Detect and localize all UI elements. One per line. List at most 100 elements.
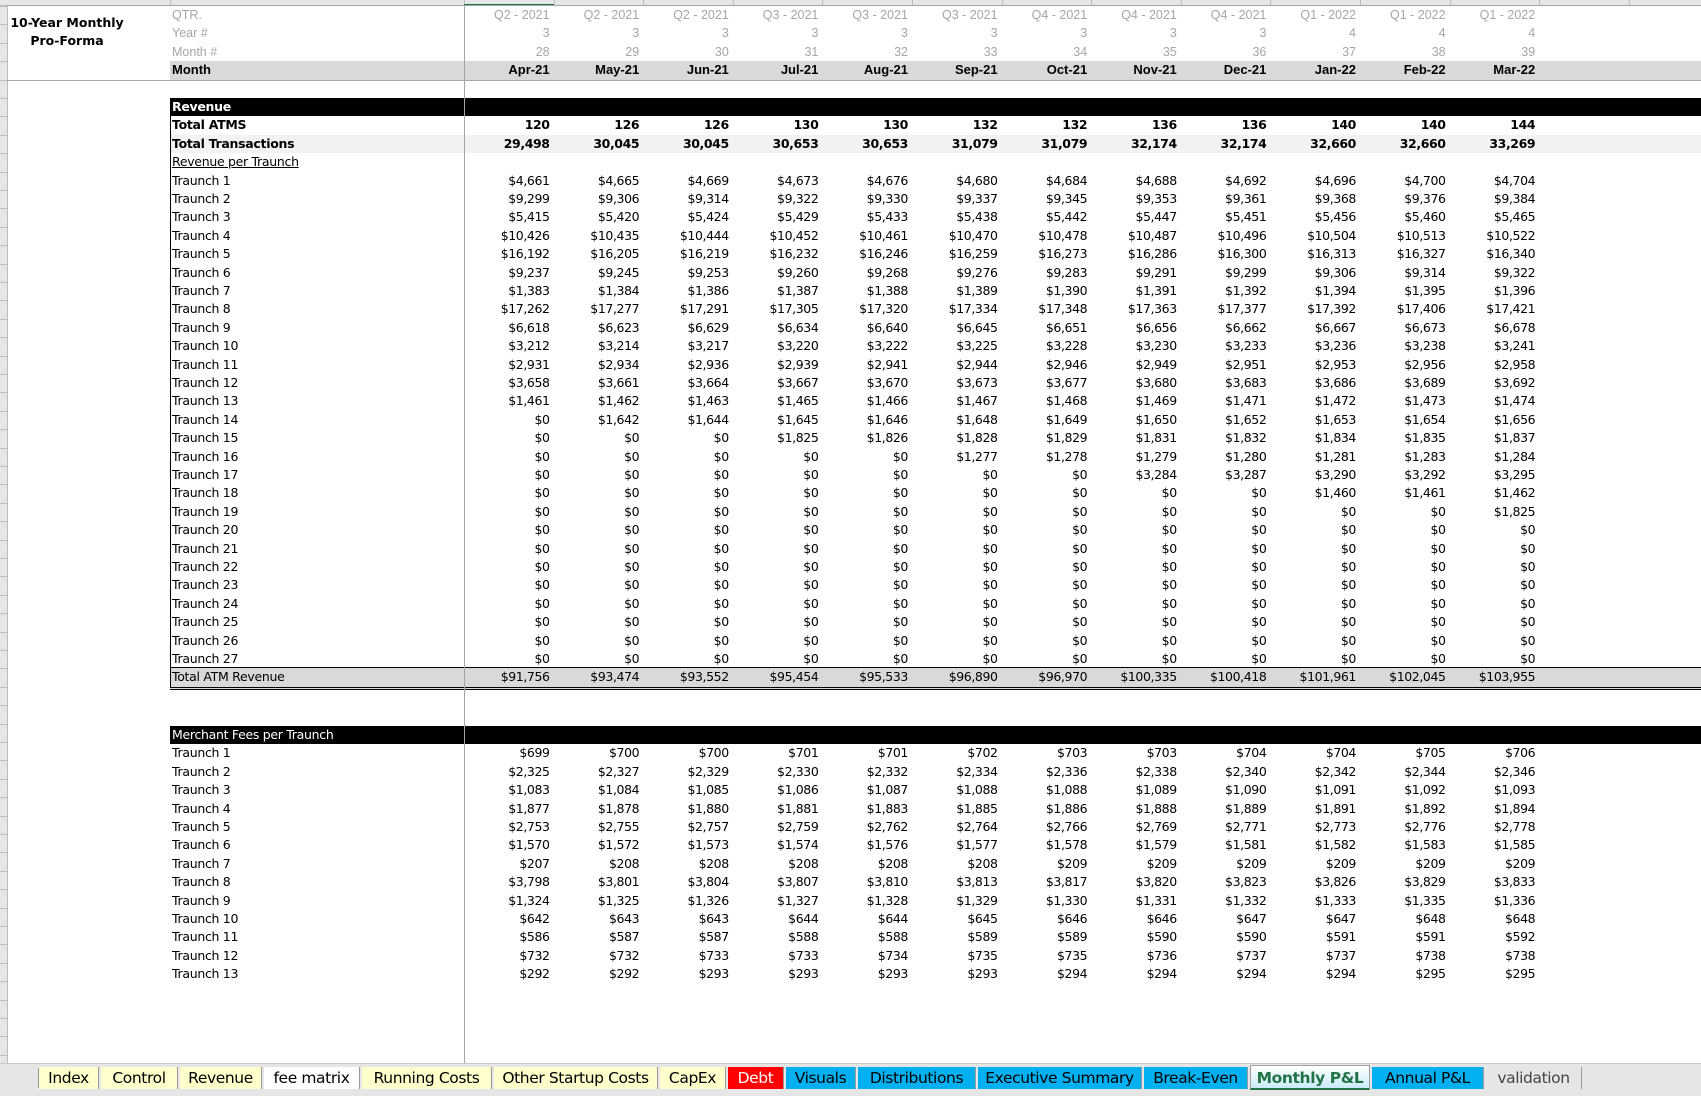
sheet-tab-visuals[interactable]: Visuals — [786, 1067, 856, 1089]
revenue-traunch-row-cell[interactable]: $1,396 — [1450, 282, 1540, 300]
revenue-traunch-row-cell[interactable]: $6,667 — [1270, 319, 1360, 337]
qtr-row-cell[interactable]: Q2 - 2021 — [554, 6, 644, 24]
revenue-traunch-row-cell[interactable]: $3,236 — [1270, 337, 1360, 355]
revenue-traunch-row-cell[interactable]: $0 — [822, 632, 912, 650]
merchant-fee-traunch-row-cell[interactable]: $1,087 — [822, 781, 912, 799]
revenue-traunch-row-cell[interactable]: $0 — [554, 558, 644, 576]
revenue-traunch-row-cell[interactable]: $6,651 — [1002, 319, 1092, 337]
revenue-traunch-row-cell[interactable]: $0 — [1360, 632, 1450, 650]
revenue-traunch-row-cell[interactable]: $1,825 — [733, 429, 823, 447]
revenue-traunch-row-cell[interactable]: $0 — [1270, 650, 1360, 668]
revenue-traunch-row-cell[interactable]: $0 — [733, 466, 823, 484]
revenue-traunch-row-cell[interactable]: $1,390 — [1002, 282, 1092, 300]
revenue-traunch-row-cell[interactable]: $1,394 — [1270, 282, 1360, 300]
revenue-traunch-row-cell[interactable]: $10,435 — [554, 227, 644, 245]
revenue-traunch-row-cell[interactable]: $0 — [554, 632, 644, 650]
revenue-traunch-row-cell[interactable]: $1,649 — [1002, 411, 1092, 429]
total-transactions-row-cell[interactable]: 31,079 — [1002, 135, 1092, 153]
merchant-fee-traunch-row-cell[interactable]: $701 — [822, 744, 912, 762]
merchant-fee-traunch-row-cell[interactable]: $2,757 — [643, 818, 733, 836]
merchant-fee-traunch-row-cell[interactable]: $1,332 — [1181, 892, 1271, 910]
month-number-row-label[interactable]: Month # — [172, 43, 217, 61]
revenue-traunch-row-cell[interactable]: $2,956 — [1360, 356, 1450, 374]
revenue-traunch-row-cell[interactable]: $1,832 — [1181, 429, 1271, 447]
month-number-row-cell[interactable]: 38 — [1360, 43, 1450, 61]
merchant-fee-traunch-row-cell[interactable]: $2,769 — [1091, 818, 1181, 836]
revenue-traunch-row-cell[interactable]: $1,392 — [1181, 282, 1271, 300]
merchant-fee-traunch-row-cell[interactable]: $1,328 — [822, 892, 912, 910]
merchant-fee-traunch-row-cell[interactable]: $1,084 — [554, 781, 644, 799]
merchant-fee-traunch-row-cell[interactable]: $294 — [1181, 965, 1271, 983]
merchant-fee-traunch-row-cell[interactable]: $3,804 — [643, 873, 733, 891]
revenue-traunch-row-cell[interactable]: $2,936 — [643, 356, 733, 374]
merchant-fee-traunch-row-cell[interactable]: $209 — [1360, 855, 1450, 873]
merchant-fee-traunch-row-cell[interactable]: $1,093 — [1450, 781, 1540, 799]
merchant-fees-section-header-label[interactable]: Merchant Fees per Traunch — [172, 726, 334, 744]
merchant-fee-traunch-row-cell[interactable]: $1,324 — [464, 892, 554, 910]
total-atms-row-cell[interactable]: 144 — [1450, 116, 1540, 134]
merchant-fee-traunch-row-cell[interactable]: $703 — [1091, 744, 1181, 762]
revenue-traunch-row-cell[interactable]: $1,387 — [733, 282, 823, 300]
revenue-traunch-row-cell[interactable]: $10,487 — [1091, 227, 1181, 245]
revenue-traunch-row-cell[interactable]: $3,686 — [1270, 374, 1360, 392]
revenue-traunch-row-cell[interactable]: $0 — [554, 576, 644, 594]
revenue-traunch-row-cell[interactable]: $0 — [643, 595, 733, 613]
merchant-fee-traunch-row-cell[interactable]: $704 — [1270, 744, 1360, 762]
merchant-fee-traunch-row-cell[interactable]: $1,574 — [733, 836, 823, 854]
revenue-traunch-row-cell[interactable]: $0 — [464, 466, 554, 484]
month-row-cell[interactable]: Apr-21 — [464, 61, 554, 79]
revenue-traunch-row-cell[interactable]: $2,931 — [464, 356, 554, 374]
revenue-traunch-row-cell[interactable]: $17,363 — [1091, 300, 1181, 318]
revenue-traunch-row-cell[interactable]: $0 — [733, 650, 823, 668]
revenue-traunch-row-cell[interactable]: $9,260 — [733, 264, 823, 282]
revenue-traunch-row-cell[interactable]: $0 — [912, 503, 1002, 521]
month-number-row-cell[interactable]: 31 — [733, 43, 823, 61]
revenue-traunch-row-cell[interactable]: $0 — [1002, 503, 1092, 521]
sheet-tab-fee-matrix[interactable]: fee matrix — [264, 1067, 360, 1089]
revenue-traunch-row-label[interactable]: Traunch 25 — [172, 613, 238, 631]
total-transactions-row-cell[interactable]: 30,653 — [822, 135, 912, 153]
revenue-traunch-row-cell[interactable]: $6,629 — [643, 319, 733, 337]
total-atms-row-cell[interactable]: 140 — [1360, 116, 1450, 134]
revenue-traunch-row-cell[interactable]: $4,680 — [912, 172, 1002, 190]
revenue-traunch-row-cell[interactable]: $3,292 — [1360, 466, 1450, 484]
revenue-traunch-row-cell[interactable]: $1,654 — [1360, 411, 1450, 429]
total-atm-revenue-row-cell[interactable]: $101,961 — [1270, 668, 1360, 686]
revenue-traunch-row-cell[interactable]: $1,469 — [1091, 392, 1181, 410]
revenue-traunch-row-cell[interactable]: $0 — [464, 540, 554, 558]
revenue-traunch-row-cell[interactable]: $3,287 — [1181, 466, 1271, 484]
revenue-traunch-row-cell[interactable]: $1,466 — [822, 392, 912, 410]
revenue-traunch-row-cell[interactable]: $0 — [1091, 540, 1181, 558]
revenue-traunch-row-cell[interactable]: $0 — [1270, 540, 1360, 558]
merchant-fee-traunch-row-cell[interactable]: $699 — [464, 744, 554, 762]
revenue-traunch-row-cell[interactable]: $16,300 — [1181, 245, 1271, 263]
total-transactions-row-cell[interactable]: 29,498 — [464, 135, 554, 153]
sheet-tab-running-costs[interactable]: Running Costs — [362, 1067, 492, 1089]
revenue-traunch-row-cell[interactable]: $1,389 — [912, 282, 1002, 300]
revenue-traunch-row-cell[interactable]: $4,696 — [1270, 172, 1360, 190]
year-row-cell[interactable]: 3 — [643, 24, 733, 42]
revenue-traunch-row-label[interactable]: Traunch 17 — [172, 466, 238, 484]
revenue-traunch-row-cell[interactable]: $0 — [554, 595, 644, 613]
revenue-traunch-row-cell[interactable]: $1,383 — [464, 282, 554, 300]
revenue-traunch-row-cell[interactable]: $0 — [643, 521, 733, 539]
revenue-traunch-row-cell[interactable]: $2,958 — [1450, 356, 1540, 374]
revenue-traunch-row-cell[interactable]: $1,831 — [1091, 429, 1181, 447]
month-number-row-cell[interactable]: 35 — [1091, 43, 1181, 61]
total-atms-row-cell[interactable]: 132 — [1002, 116, 1092, 134]
revenue-traunch-row-cell[interactable]: $0 — [464, 558, 554, 576]
merchant-fee-traunch-row-label[interactable]: Traunch 12 — [172, 947, 238, 965]
revenue-traunch-row-cell[interactable]: $1,468 — [1002, 392, 1092, 410]
revenue-traunch-row-cell[interactable]: $2,941 — [822, 356, 912, 374]
revenue-traunch-row-cell[interactable]: $16,286 — [1091, 245, 1181, 263]
revenue-traunch-row-label[interactable]: Traunch 16 — [172, 448, 238, 466]
merchant-fee-traunch-row-cell[interactable]: $1,892 — [1360, 800, 1450, 818]
month-number-row-cell[interactable]: 37 — [1270, 43, 1360, 61]
revenue-traunch-row-cell[interactable]: $1,834 — [1270, 429, 1360, 447]
merchant-fee-traunch-row-cell[interactable]: $2,332 — [822, 763, 912, 781]
revenue-traunch-row-cell[interactable]: $9,299 — [1181, 264, 1271, 282]
revenue-traunch-row-cell[interactable]: $1,461 — [464, 392, 554, 410]
year-row-label[interactable]: Year # — [172, 24, 208, 42]
revenue-traunch-row-label[interactable]: Traunch 18 — [172, 484, 238, 502]
year-row-cell[interactable]: 3 — [464, 24, 554, 42]
